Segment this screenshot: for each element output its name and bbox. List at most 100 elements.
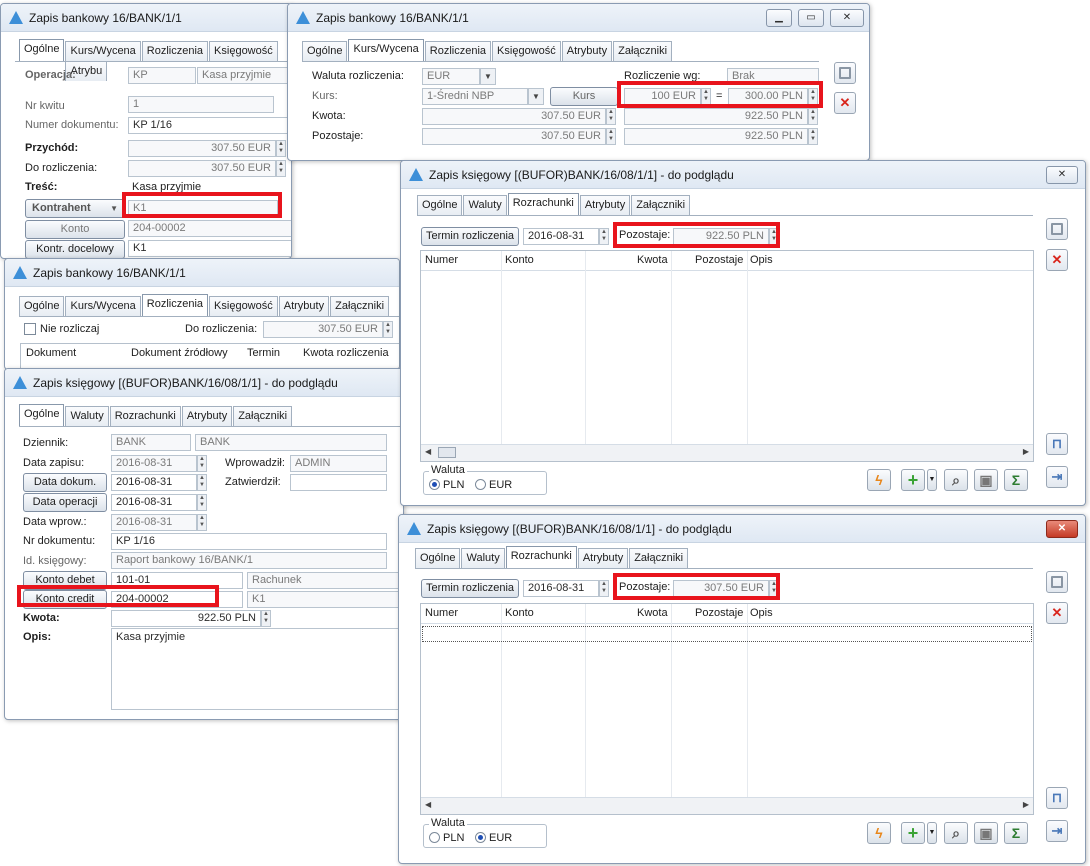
table-row[interactable] [422,626,1032,642]
pozostaje-pln-spinner[interactable]: ▲ ▼ [808,128,818,145]
kwota-spinner[interactable]: ▲ ▼ [261,610,271,627]
data-operacji-field[interactable]: 2016-08-31 [111,494,197,511]
col-numer[interactable]: Numer [425,607,458,619]
pin-icon[interactable]: ⇥ [1046,820,1068,842]
kontr-docelowy-field[interactable]: K1 [128,240,291,257]
tab-ksiegowosc[interactable]: Księgowość [209,41,278,61]
padlock-icon[interactable]: ⊓ [1046,433,1068,455]
tab-ogolne[interactable]: Ogólne [19,404,65,426]
tab-waluty[interactable]: Waluty [461,548,505,568]
tab-zalaczniki[interactable]: Załączniki [629,548,689,568]
data-dokum-spinner[interactable]: ▲ ▼ [197,474,207,491]
minimize-icon[interactable]: ▁ [766,9,792,27]
pozostaje-eur-spinner[interactable]: ▲ ▼ [606,128,616,145]
termin-rozliczenia-field[interactable]: 2016-08-31 [523,228,599,245]
kwota-field[interactable]: 922.50 PLN [111,610,261,627]
chevron-down-icon[interactable]: ▼ [480,68,496,85]
close-icon[interactable]: ✕ [830,9,864,27]
termin-rozliczenia-spinner[interactable]: ▲ ▼ [599,228,609,245]
data-operacji-spinner[interactable]: ▲ ▼ [197,494,207,511]
zatwierdzil-field[interactable] [290,474,387,491]
chevron-down-icon[interactable]: ▼ [528,88,544,105]
window-zapis-ksiegowy-rozrachunki-eur[interactable]: Zapis księgowy [(BUFOR)BANK/16/08/1/1] -… [398,514,1086,864]
col-pozostaje[interactable]: Pozostaje [695,607,743,619]
col-pozostaje[interactable]: Pozostaje [695,254,743,266]
tab-ksiegowosc[interactable]: Księgowość [209,296,278,316]
id-ksiegowy-field[interactable]: Raport bankowy 16/BANK/1 [111,552,387,569]
data-wprow-field[interactable]: 2016-08-31 [111,514,197,531]
lightning-icon[interactable]: ϟ [867,822,891,844]
col-konto[interactable]: Konto [505,607,534,619]
nie-rozliczaj-checkbox[interactable] [24,323,36,335]
tab-ogolne[interactable]: Ogólne [302,41,348,61]
magnifier-icon[interactable]: ⌕ [944,822,968,844]
radio-eur[interactable] [475,479,486,490]
wprowadzil-field[interactable]: ADMIN [290,455,387,472]
tab-rozliczenia[interactable]: Rozliczenia [141,41,209,61]
red-x-icon[interactable]: ✕ [1046,249,1068,271]
rozrachunki-table[interactable]: Numer Konto Kwota Pozostaje Opis ◀ ▶ [420,603,1034,815]
tab-rozrachunki[interactable]: Rozrachunki [109,406,181,426]
tab-kurs-wycena[interactable]: Kurs/Wycena [65,41,141,61]
tab-kurs-wycena[interactable]: Kurs/Wycena [65,296,141,316]
padlock-icon[interactable]: ⊓ [1046,787,1068,809]
kwota-eur-field[interactable]: 307.50 EUR [422,108,606,125]
arrow-right-icon[interactable]: ▶ [1023,800,1029,809]
title-bar[interactable]: Zapis księgowy [(BUFOR)BANK/16/08/1/1] -… [399,515,1085,543]
window-zapis-ksiegowy-ogolne[interactable]: Zapis księgowy [(BUFOR)BANK/16/08/1/1] -… [4,368,404,720]
konto-debet-name-field[interactable]: Rachunek [247,572,403,589]
tab-atrybuty[interactable]: Atrybuty [561,41,613,61]
window-zapis-ksiegowy-rozrachunki-pln[interactable]: Zapis księgowy [(BUFOR)BANK/16/08/1/1] -… [400,160,1086,506]
tab-zalaczniki[interactable]: Załączniki [613,41,673,61]
plus-icon[interactable]: + [901,822,925,844]
chevron-down-icon[interactable]: ▼ [927,469,937,491]
pin-icon[interactable]: ⇥ [1046,466,1068,488]
data-zapisu-field[interactable]: 2016-08-31 [111,455,197,472]
do-rozliczenia-spinner[interactable]: ▲ ▼ [276,160,286,177]
floppy-disk-icon[interactable] [1046,218,1068,240]
col-kwota[interactable]: Kwota [637,607,668,619]
kwota-eur-spinner[interactable]: ▲ ▼ [606,108,616,125]
magnifier-icon[interactable]: ⌕ [944,469,968,491]
opis-field[interactable]: Kasa przyjmie [111,628,403,710]
przychod-field[interactable]: 307.50 EUR [128,140,276,157]
horizontal-scrollbar[interactable]: ◀ ▶ [421,797,1033,814]
chevron-down-icon[interactable]: ▼ [927,822,937,844]
tab-ogolne[interactable]: Ogólne [415,548,461,568]
numer-dokumentu-field[interactable]: KP 1/16 [128,117,291,134]
termin-rozliczenia-field[interactable]: 2016-08-31 [523,580,599,597]
lightning-icon[interactable]: ϟ [867,469,891,491]
arrow-left-icon[interactable]: ◀ [425,800,431,809]
konto-field[interactable]: 204-00002 [128,220,291,237]
tab-atrybuty[interactable]: Atrybuty [579,195,631,215]
kurs-button[interactable]: Kurs [550,87,618,106]
title-bar[interactable]: Zapis bankowy 16/BANK/1/1 ▁ ▭ ✕ [288,4,869,32]
tab-waluty[interactable]: Waluty [65,406,109,426]
rozrachunki-table[interactable]: Numer Konto Kwota Pozostaje Opis ◀ ▶ [420,250,1034,462]
col-opis[interactable]: Opis [750,254,773,266]
tab-atrybuty[interactable]: Atrybuty [181,406,233,426]
arrow-right-icon[interactable]: ▶ [1023,447,1029,456]
col-opis[interactable]: Opis [750,607,773,619]
radio-pln[interactable] [429,832,440,843]
scrollbar-thumb[interactable] [438,447,456,458]
radio-pln[interactable] [429,479,440,490]
tab-zalaczniki[interactable]: Załączniki [631,195,691,215]
data-wprow-spinner[interactable]: ▲ ▼ [197,514,207,531]
trash-icon[interactable]: ▣ [974,469,998,491]
trash-icon[interactable]: ▣ [974,822,998,844]
tab-rozliczenia[interactable]: Rozliczenia [141,294,209,316]
operacja-name-field[interactable]: Kasa przyjmie [197,67,291,84]
data-dokum-field[interactable]: 2016-08-31 [111,474,197,491]
kwota-pln-field[interactable]: 922.50 PLN [624,108,808,125]
sigma-icon[interactable]: Σ [1004,822,1028,844]
col-termin[interactable]: Termin [247,347,280,359]
title-bar[interactable]: Zapis bankowy 16/BANK/1/1 [1,4,291,32]
col-dokument[interactable]: Dokument [26,347,76,359]
horizontal-scrollbar[interactable]: ◀ ▶ [421,444,1033,461]
col-dokument-zrodlowy[interactable]: Dokument źródłowy [131,347,228,359]
tab-waluty[interactable]: Waluty [463,195,507,215]
tab-zalaczniki[interactable]: Załączniki [233,406,293,426]
dziennik-name-field[interactable]: BANK [195,434,387,451]
nr-dokumentu-field[interactable]: KP 1/16 [111,533,387,550]
